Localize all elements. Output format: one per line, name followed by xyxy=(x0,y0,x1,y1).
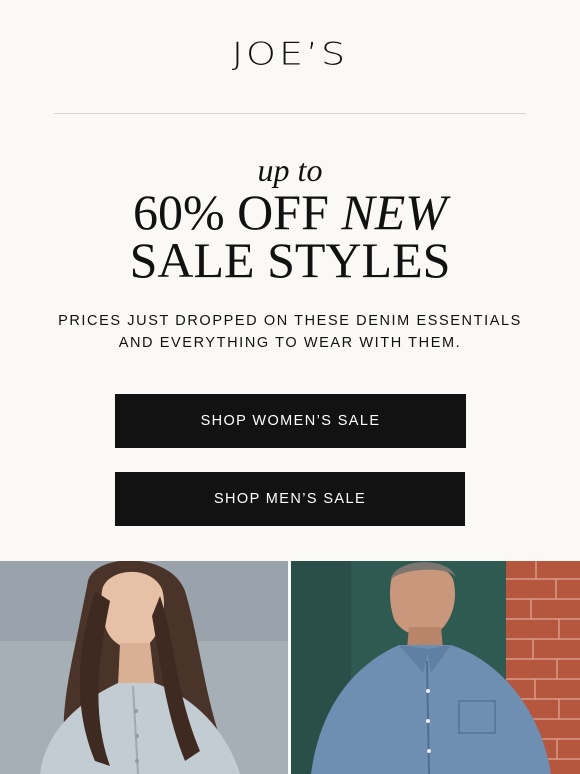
mens-photo[interactable] xyxy=(291,561,580,774)
subcopy-line-1: PRICES JUST DROPPED ON THESE DENIM ESSEN… xyxy=(58,313,522,329)
hero-headline: 60% OFF NEW SALE STYLES xyxy=(0,187,580,288)
product-photos xyxy=(0,561,580,774)
hero-subcopy: PRICES JUST DROPPED ON THESE DENIM ESSEN… xyxy=(0,310,580,354)
brand-header: JOE’S xyxy=(0,28,580,80)
brand-logo[interactable]: JOE’S xyxy=(232,36,348,72)
man-model-image xyxy=(291,561,580,774)
header-divider xyxy=(54,113,526,114)
shop-mens-sale-button[interactable]: SHOP MEN’S SALE xyxy=(115,472,465,526)
subcopy-line-2: AND EVERYTHING TO WEAR WITH THEM. xyxy=(118,335,462,351)
woman-model-image xyxy=(0,561,288,774)
email-page: JOE’S up to 60% OFF NEW SALE STYLES PRIC… xyxy=(0,0,580,774)
headline-line-2: SALE STYLES xyxy=(129,232,451,288)
shop-womens-sale-button[interactable]: SHOP WOMEN’S SALE xyxy=(115,394,466,448)
shop-mens-sale-label: SHOP MEN’S SALE xyxy=(213,491,367,507)
headline-line-1: 60% OFF NEW xyxy=(0,187,580,237)
shop-womens-sale-label: SHOP WOMEN’S SALE xyxy=(200,413,381,429)
womens-photo[interactable] xyxy=(0,561,288,774)
